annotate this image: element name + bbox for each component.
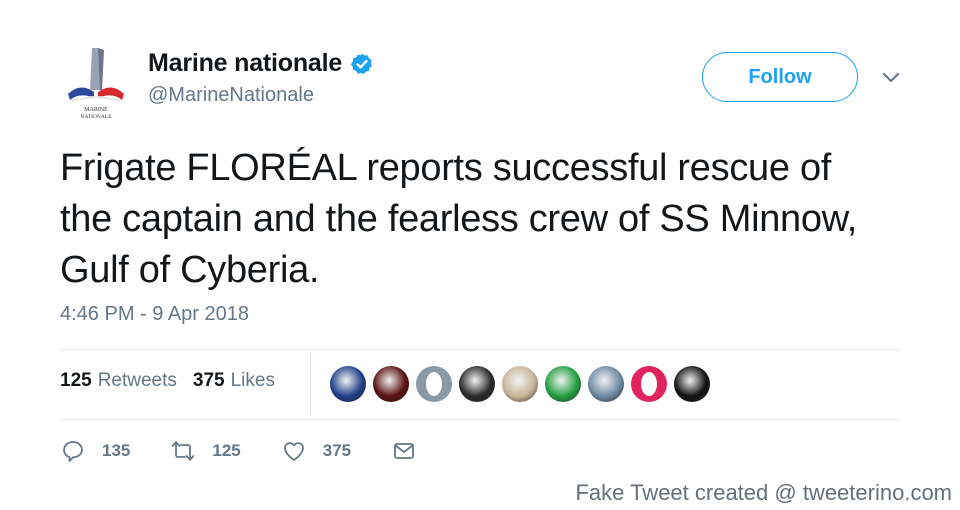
avatar-trump-seal[interactable] (330, 366, 366, 402)
logo-text-1: MARINE (84, 107, 108, 113)
avatar-grey-ring[interactable] (416, 366, 452, 402)
stats-separator (310, 352, 311, 416)
avatar-iran-flag[interactable] (545, 366, 581, 402)
tweet-stats: 125 Retweets 375 Likes (60, 370, 275, 392)
retweets-label[interactable]: Retweets (98, 370, 177, 392)
avatar-flag-crowd[interactable] (373, 366, 409, 402)
retweet-action[interactable]: 125 (170, 438, 241, 464)
retweets-count[interactable]: 125 (60, 370, 92, 392)
watermark: Fake Tweet created @ tweeterino.com (575, 480, 952, 505)
tweet-card: MARINE NATIONALE Marine nationale @Marin… (0, 0, 960, 510)
reply-count: 135 (102, 441, 131, 460)
tweet-text: Frigate FLORÉAL reports successful rescu… (60, 147, 858, 291)
heart-icon (283, 442, 304, 461)
follow-button[interactable]: Follow (702, 52, 858, 102)
display-name[interactable]: Marine nationale (148, 49, 342, 78)
avatar-cartoon[interactable] (502, 366, 538, 402)
name-row: Marine nationale (148, 49, 374, 78)
reply-icon (63, 441, 83, 462)
avatar-dark-face[interactable] (674, 366, 710, 402)
likes-count[interactable]: 375 (193, 370, 225, 392)
verified-badge-icon (350, 53, 373, 74)
avatar-red-ring[interactable] (631, 366, 667, 402)
action-bar: 135 125 375 (60, 438, 473, 464)
like-action[interactable]: 375 (281, 438, 351, 464)
retweet-count: 125 (212, 441, 241, 460)
divider (60, 419, 900, 420)
chevron-down-icon[interactable] (880, 66, 902, 88)
liker-avatars (330, 366, 717, 402)
dm-action[interactable] (391, 438, 433, 464)
envelope-icon (394, 443, 415, 459)
account-handle[interactable]: @MarineNationale (148, 84, 314, 107)
marine-nationale-logo: MARINE NATIONALE (68, 48, 124, 120)
tweet-timestamp[interactable]: 4:46 PM - 9 Apr 2018 (60, 303, 249, 326)
reply-action[interactable]: 135 (60, 438, 130, 464)
retweet-icon (171, 441, 195, 461)
avatar-photo-person[interactable] (588, 366, 624, 402)
account-avatar[interactable]: MARINE NATIONALE (62, 42, 130, 120)
logo-text-2: NATIONALE (80, 114, 112, 120)
avatar-bw-portrait[interactable] (459, 366, 495, 402)
divider (60, 349, 900, 350)
likes-label[interactable]: Likes (231, 370, 275, 392)
like-count: 375 (322, 441, 352, 460)
